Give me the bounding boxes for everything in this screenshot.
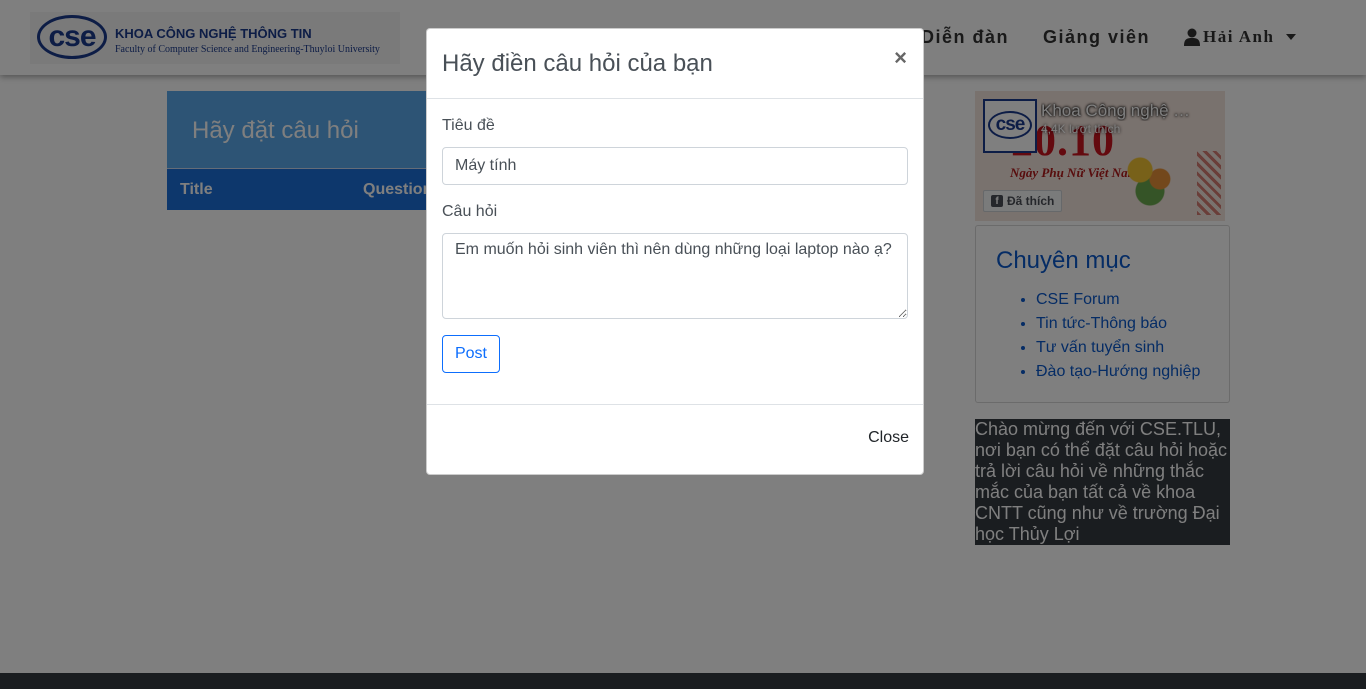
close-icon[interactable]: × (894, 45, 907, 71)
modal-title: Hãy điền câu hỏi của bạn (442, 50, 713, 77)
title-input[interactable] (442, 147, 908, 185)
post-button[interactable]: Post (442, 335, 500, 373)
close-button[interactable]: Close (868, 429, 909, 447)
modal-header: Hãy điền câu hỏi của bạn × (427, 29, 923, 99)
question-textarea[interactable]: Em muốn hỏi sinh viên thì nên dùng những… (442, 233, 908, 319)
modal-body: Tiêu đề Câu hỏi Em muốn hỏi sinh viên th… (427, 99, 923, 405)
modal-footer: Close (427, 405, 923, 475)
ask-question-modal: Hãy điền câu hỏi của bạn × Tiêu đề Câu h… (426, 28, 924, 475)
question-label: Câu hỏi (442, 203, 498, 220)
title-label: Tiêu đề (442, 117, 495, 134)
